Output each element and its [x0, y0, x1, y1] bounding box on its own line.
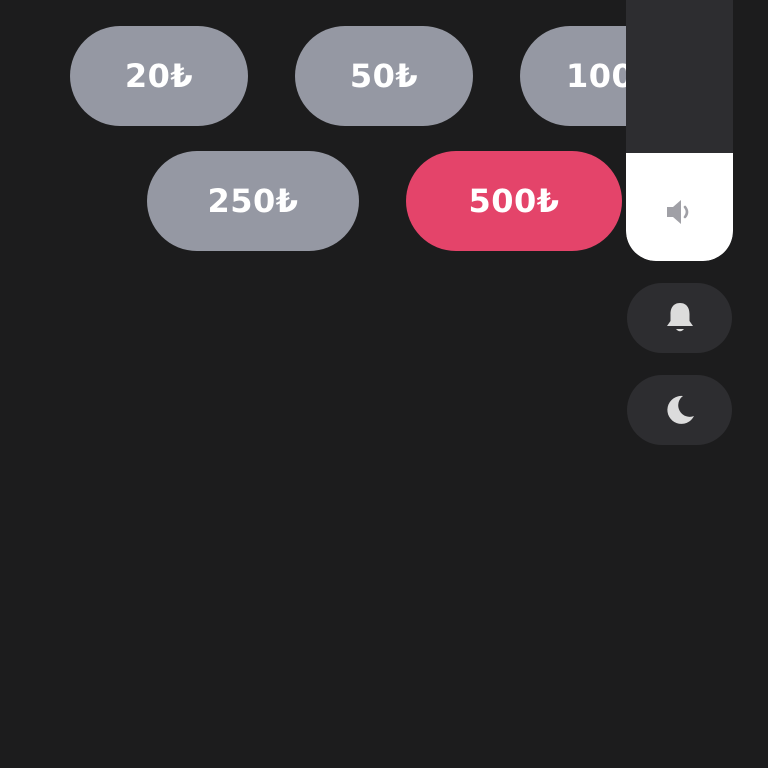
speaker-icon [626, 195, 733, 229]
focus-mode-button[interactable] [627, 375, 732, 445]
amount-button-250[interactable]: 250₺ [147, 151, 359, 251]
ringer-button[interactable] [627, 283, 732, 353]
moon-icon [662, 392, 698, 428]
volume-slider[interactable] [626, 0, 733, 261]
amount-button-50[interactable]: 50₺ [295, 26, 473, 126]
amount-button-20[interactable]: 20₺ [70, 26, 248, 126]
screen: 20₺ 50₺ 100₺ 250₺ 500₺ [0, 0, 768, 768]
bell-icon [662, 300, 698, 336]
amount-button-500-selected[interactable]: 500₺ [406, 151, 622, 251]
